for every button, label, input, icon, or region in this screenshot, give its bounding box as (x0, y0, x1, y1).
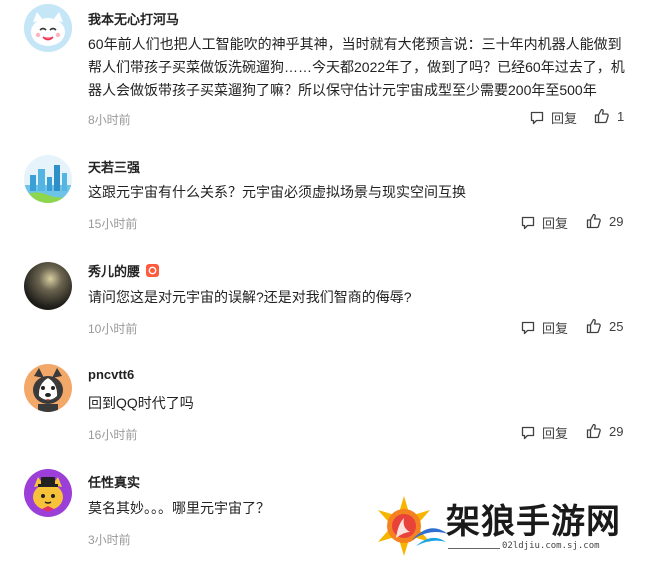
dark-photo-avatar-icon (24, 262, 72, 310)
comment-text: 这跟元宇宙有什么关系？元宇宙必须虚拟场景与现实空间互换 (88, 184, 466, 200)
avatar[interactable] (24, 262, 72, 310)
like-count: 29 (609, 213, 624, 229)
comment-text: 60年前人们也把人工智能吹的神乎其神，当时就有大佬预言说：三十年内机器人能做到帮… (88, 36, 625, 98)
timestamp: 8小时前 (88, 113, 131, 127)
reply-button[interactable]: 回复 (520, 423, 568, 442)
watermark-underline (448, 548, 500, 549)
like-button[interactable]: 1 (594, 108, 624, 124)
like-button[interactable]: 29 (586, 423, 623, 439)
like-count: 1 (617, 108, 625, 124)
timestamp: 3小时前 (88, 533, 131, 547)
like-count: 25 (609, 318, 624, 334)
username[interactable]: 任性真实 (88, 472, 140, 491)
username[interactable]: 我本无心打河马 (88, 9, 179, 28)
watermark-url: 02ldjiu.com.sj.com (502, 541, 600, 551)
timestamp: 15小时前 (88, 217, 138, 231)
username-text: 我本无心打河马 (88, 12, 180, 27)
avatar[interactable] (24, 364, 72, 412)
avatar[interactable] (24, 155, 72, 203)
city-skyline-avatar-icon (24, 155, 72, 203)
cartoon-cat-avatar-icon (24, 4, 72, 52)
reply-button[interactable]: 回复 (520, 213, 568, 232)
husky-dog-avatar-icon (24, 364, 72, 412)
comment-text: 回到QQ时代了吗 (88, 395, 194, 411)
username-text: 任性真实 (88, 475, 141, 490)
thumbs-up-icon (586, 213, 601, 229)
comment-bubble-icon (530, 111, 544, 124)
username[interactable]: pncvtt6 (88, 367, 134, 382)
username-text: pncvtt6 (88, 367, 135, 382)
avatar[interactable] (24, 469, 72, 517)
username[interactable]: 天若三强 (88, 157, 140, 176)
watermark: 架狼手游网 02ldjiu.com.sj.com (372, 490, 642, 558)
username-text: 秀儿的腰 (88, 264, 141, 279)
comment-bubble-icon (521, 216, 535, 229)
username[interactable]: 秀儿的腰 (88, 261, 160, 280)
thumbs-up-icon (586, 423, 601, 439)
like-count: 29 (609, 423, 624, 439)
timestamp: 10小时前 (88, 322, 138, 336)
reply-button[interactable]: 回复 (520, 318, 568, 337)
reply-label: 回复 (551, 111, 578, 126)
comment-bubble-icon (521, 321, 535, 334)
like-button[interactable]: 25 (586, 318, 623, 334)
reply-label: 回复 (542, 321, 569, 336)
timestamp: 16小时前 (88, 428, 138, 442)
level-badge-icon (146, 264, 160, 277)
comment-text: 请问您这是对元宇宙的误解?还是对我们智商的侮辱? (88, 289, 412, 305)
username-text: 天若三强 (88, 160, 141, 175)
watermark-title: 架狼手游网 (446, 502, 621, 542)
like-button[interactable]: 29 (586, 213, 623, 229)
thumbs-up-icon (594, 108, 609, 124)
reply-button[interactable]: 回复 (529, 108, 577, 127)
reply-label: 回复 (542, 426, 569, 441)
reply-label: 回复 (542, 216, 569, 231)
avatar[interactable] (24, 4, 72, 52)
purple-cat-avatar-icon (24, 469, 72, 517)
comment-bubble-icon (521, 426, 535, 439)
thumbs-up-icon (586, 318, 601, 334)
